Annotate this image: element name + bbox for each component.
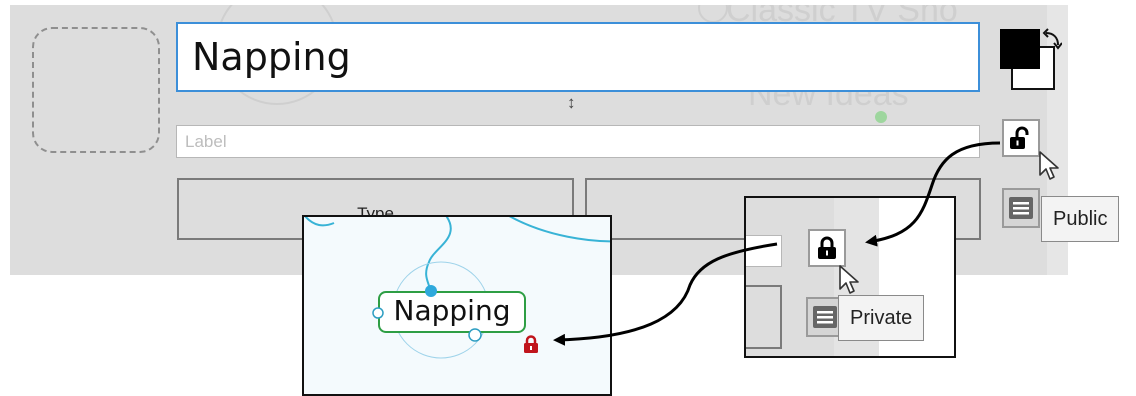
private-lock-button[interactable] — [808, 229, 846, 267]
topic-text-input[interactable] — [176, 22, 980, 92]
private-tooltip: Private — [838, 295, 925, 341]
topic-image-placeholder[interactable] — [32, 27, 160, 153]
callout-secondary-button — [746, 285, 782, 349]
mouse-cursor-icon — [839, 265, 859, 294]
background-topic-ring-small — [698, 5, 728, 23]
label-input[interactable] — [176, 125, 980, 158]
menu-lines-icon — [813, 306, 837, 328]
map-preview-callout: Napping — [302, 215, 612, 396]
mouse-cursor-icon — [1039, 151, 1059, 180]
locked-padlock-icon — [818, 236, 836, 259]
notes-menu-button[interactable] — [1002, 188, 1040, 228]
color-swatch-button[interactable] — [998, 27, 1063, 93]
menu-lines-icon — [1009, 197, 1033, 219]
callout-label-field — [746, 235, 782, 267]
lock-toggle-button[interactable] — [1002, 119, 1040, 157]
map-node-handles — [372, 285, 482, 342]
background-connector-dot — [875, 111, 887, 123]
unlocked-padlock-icon — [1010, 126, 1029, 149]
tutorial-screenshot: Classic TV Sho New Ideas ↕ Type — [0, 0, 1136, 396]
private-lock-badge-icon — [524, 335, 538, 353]
private-lock-callout: Private — [744, 196, 956, 358]
resize-vertical-icon[interactable]: ↕ — [567, 94, 576, 111]
public-tooltip: Public — [1041, 196, 1120, 242]
color-swatch-icon — [1000, 28, 1063, 90]
